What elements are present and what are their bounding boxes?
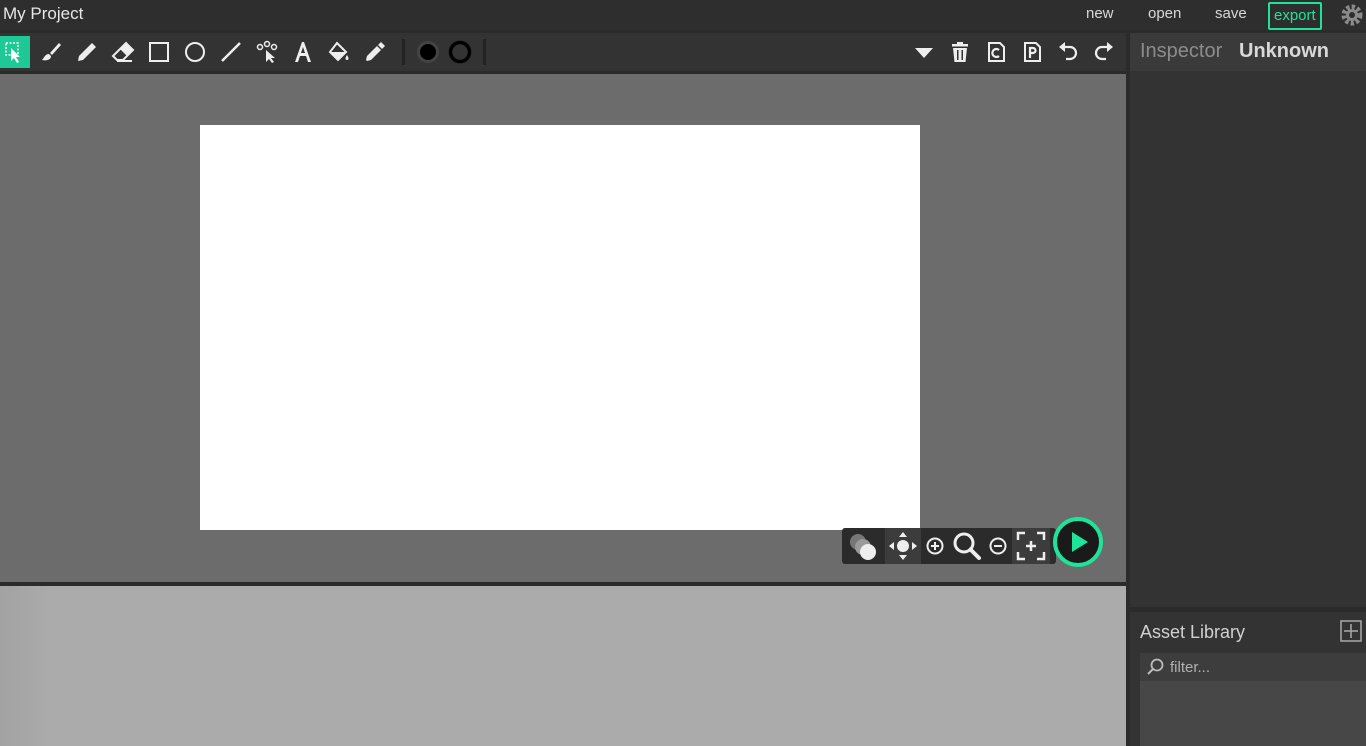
eyedropper-icon [366, 42, 385, 61]
stroke-color-icon [448, 40, 472, 64]
search-icon [1147, 658, 1164, 675]
zoom-button[interactable] [949, 528, 985, 564]
copy-icon [988, 42, 1005, 62]
fit-screen-icon [1016, 531, 1046, 561]
asset-library-title: Asset Library [1140, 622, 1246, 642]
pan-button[interactable] [885, 528, 921, 564]
toolbar-divider [402, 39, 405, 65]
pencil-tool[interactable] [71, 36, 103, 68]
rectangle-icon [149, 42, 169, 62]
toolbar-divider [483, 39, 486, 65]
save-button[interactable]: save [1215, 5, 1247, 22]
rectangle-tool[interactable] [143, 36, 175, 68]
cursor-icon [5, 42, 20, 63]
stroke-color-swatch[interactable] [444, 36, 476, 68]
pan-icon [889, 532, 917, 560]
inspector-selection-type: Unknown [1239, 40, 1329, 62]
undo-icon [1059, 42, 1078, 61]
canvas-area[interactable] [0, 74, 1126, 582]
paste-icon [1024, 42, 1041, 62]
open-button[interactable]: open [1148, 5, 1181, 22]
zoom-in-button[interactable] [922, 528, 948, 564]
asset-list[interactable] [1140, 681, 1366, 746]
new-button[interactable]: new [1086, 5, 1114, 22]
ellipse-icon [185, 42, 205, 62]
undo-button[interactable] [1052, 36, 1084, 68]
redo-icon [1094, 42, 1113, 61]
project-title[interactable]: My Project [3, 4, 83, 24]
eraser-tool[interactable] [107, 36, 139, 68]
redo-button[interactable] [1088, 36, 1120, 68]
options-dropdown[interactable] [908, 36, 940, 68]
canvas-controls [842, 528, 1056, 564]
timeline-panel[interactable] [0, 586, 1126, 746]
delete-button[interactable] [944, 36, 976, 68]
inspector-panel: Inspector Unknown [1130, 33, 1366, 607]
zoom-icon [953, 532, 981, 560]
path-edit-icon [256, 40, 278, 63]
play-button[interactable] [1053, 517, 1103, 567]
fit-screen-button[interactable] [1012, 528, 1050, 564]
play-icon [1072, 532, 1088, 552]
fill-color-swatch[interactable] [412, 36, 444, 68]
toolbar [0, 33, 1126, 71]
asset-library-panel: Asset Library [1130, 612, 1366, 746]
paste-button[interactable] [1016, 36, 1048, 68]
brush-icon [42, 43, 61, 61]
delete-icon [952, 42, 968, 62]
onion-skin-button[interactable] [842, 528, 884, 564]
dropdown-icon [915, 48, 933, 58]
export-button[interactable]: export [1268, 2, 1322, 30]
fill-color-icon [417, 41, 439, 63]
inspector-title: Inspector [1140, 40, 1223, 62]
zoom-in-icon [926, 537, 944, 555]
pencil-icon [78, 43, 96, 61]
asset-filter-input[interactable] [1140, 653, 1366, 681]
fill-bucket-icon [328, 41, 349, 62]
zoom-out-icon [989, 537, 1007, 555]
add-asset-icon[interactable] [1340, 620, 1362, 642]
brush-tool[interactable] [35, 36, 67, 68]
inspector-header: Inspector Unknown [1130, 33, 1366, 71]
fill-bucket-tool[interactable] [323, 36, 355, 68]
menu-bar: My Project new open save export [0, 0, 1366, 30]
stage-canvas[interactable] [200, 125, 920, 530]
eraser-icon [111, 41, 135, 62]
onion-skin-icon [850, 534, 876, 560]
text-icon [295, 42, 311, 62]
line-icon [221, 42, 241, 62]
cursor-tool[interactable] [0, 36, 30, 68]
zoom-out-button[interactable] [985, 528, 1011, 564]
text-tool[interactable] [287, 36, 319, 68]
copy-button[interactable] [980, 36, 1012, 68]
eyedropper-tool[interactable] [359, 36, 391, 68]
ellipse-tool[interactable] [179, 36, 211, 68]
gear-icon[interactable] [1340, 3, 1364, 27]
line-tool[interactable] [215, 36, 247, 68]
path-edit-tool[interactable] [251, 36, 283, 68]
